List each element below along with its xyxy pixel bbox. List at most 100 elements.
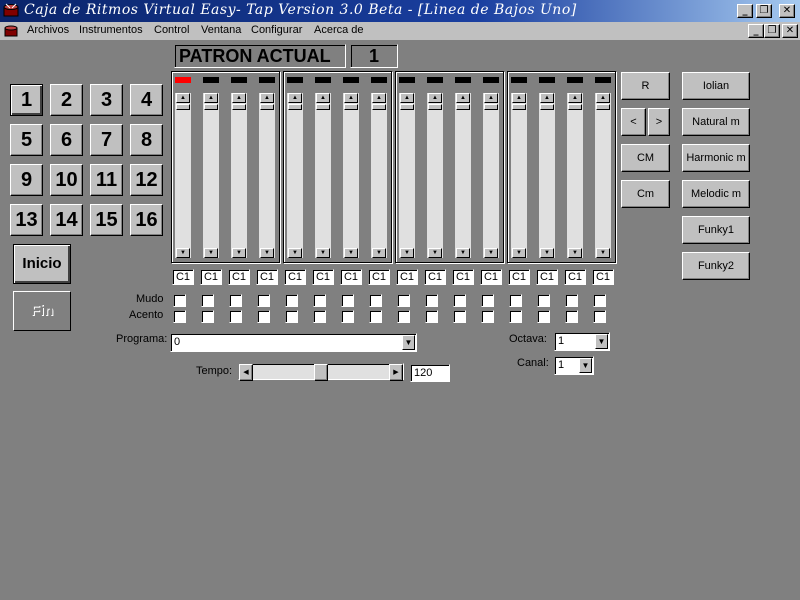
- chevron-right-icon[interactable]: ▶: [389, 364, 403, 381]
- pattern-button-2[interactable]: 2: [50, 84, 83, 116]
- acento-checkbox[interactable]: [481, 310, 494, 323]
- acento-checkbox[interactable]: [369, 310, 382, 323]
- chevron-down-icon[interactable]: ▼: [456, 248, 470, 258]
- chevron-up-icon[interactable]: ▲: [316, 93, 330, 103]
- chevron-down-icon[interactable]: ▼: [512, 248, 526, 258]
- chevron-down-icon[interactable]: ▼: [428, 248, 442, 258]
- chevron-up-icon[interactable]: ▲: [400, 93, 414, 103]
- next-button[interactable]: >: [648, 108, 670, 136]
- step-note-field[interactable]: C1: [452, 269, 474, 285]
- step-slider[interactable]: ▲ ▼: [314, 92, 332, 259]
- pattern-button-5[interactable]: 5: [10, 124, 43, 156]
- chevron-down-icon[interactable]: ▼: [344, 248, 358, 258]
- mudo-checkbox[interactable]: [481, 294, 494, 307]
- step-note-field[interactable]: C1: [312, 269, 334, 285]
- step-note-field[interactable]: C1: [340, 269, 362, 285]
- pattern-button-3[interactable]: 3: [90, 84, 123, 116]
- chevron-down-icon[interactable]: ▼: [176, 248, 190, 258]
- step-slider[interactable]: ▲ ▼: [566, 92, 584, 259]
- chevron-down-icon[interactable]: ▼: [540, 248, 554, 258]
- mdi-restore-button[interactable]: ❐: [764, 24, 780, 38]
- step-note-field[interactable]: C1: [480, 269, 502, 285]
- mdi-close-button[interactable]: ✕: [782, 24, 798, 38]
- chevron-up-icon[interactable]: ▲: [540, 93, 554, 103]
- mudo-checkbox[interactable]: [593, 294, 606, 307]
- chevron-down-icon[interactable]: ▼: [260, 248, 274, 258]
- step-slider-thumb[interactable]: [204, 104, 218, 110]
- step-slider-thumb[interactable]: [456, 104, 470, 110]
- step-slider-thumb[interactable]: [596, 104, 610, 110]
- scale-button-natural-m[interactable]: Natural m: [682, 108, 750, 136]
- menu-control[interactable]: Control: [154, 24, 189, 36]
- inicio-button[interactable]: Inicio: [13, 244, 71, 284]
- step-note-field[interactable]: C1: [284, 269, 306, 285]
- mudo-checkbox[interactable]: [257, 294, 270, 307]
- pattern-button-6[interactable]: 6: [50, 124, 83, 156]
- chevron-down-icon[interactable]: ▼: [596, 248, 610, 258]
- acento-checkbox[interactable]: [565, 310, 578, 323]
- chevron-down-icon[interactable]: ▼: [595, 334, 608, 349]
- step-note-field[interactable]: C1: [200, 269, 222, 285]
- tempo-slider-thumb[interactable]: [314, 364, 328, 381]
- acento-checkbox[interactable]: [229, 310, 242, 323]
- step-slider[interactable]: ▲ ▼: [258, 92, 276, 259]
- step-slider[interactable]: ▲ ▼: [342, 92, 360, 259]
- chevron-down-icon[interactable]: ▼: [372, 248, 386, 258]
- close-button[interactable]: ✕: [779, 4, 795, 18]
- acento-checkbox[interactable]: [257, 310, 270, 323]
- chevron-down-icon[interactable]: ▼: [316, 248, 330, 258]
- acento-checkbox[interactable]: [285, 310, 298, 323]
- step-slider[interactable]: ▲ ▼: [454, 92, 472, 259]
- step-slider-thumb[interactable]: [288, 104, 302, 110]
- pattern-button-11[interactable]: 11: [90, 164, 123, 196]
- cm-minor-button[interactable]: Cm: [621, 180, 670, 208]
- mdi-minimize-button[interactable]: _: [748, 24, 764, 38]
- chevron-down-icon[interactable]: ▼: [484, 248, 498, 258]
- acento-checkbox[interactable]: [425, 310, 438, 323]
- step-slider-thumb[interactable]: [260, 104, 274, 110]
- step-slider-thumb[interactable]: [540, 104, 554, 110]
- mudo-checkbox[interactable]: [229, 294, 242, 307]
- tempo-value-field[interactable]: 120: [410, 364, 450, 382]
- pattern-button-10[interactable]: 10: [50, 164, 83, 196]
- step-slider[interactable]: ▲ ▼: [398, 92, 416, 259]
- step-slider-thumb[interactable]: [176, 104, 190, 110]
- acento-checkbox[interactable]: [453, 310, 466, 323]
- chevron-up-icon[interactable]: ▲: [428, 93, 442, 103]
- mudo-checkbox[interactable]: [369, 294, 382, 307]
- step-note-field[interactable]: C1: [396, 269, 418, 285]
- pattern-button-14[interactable]: 14: [50, 204, 83, 236]
- mudo-checkbox[interactable]: [285, 294, 298, 307]
- chevron-up-icon[interactable]: ▲: [484, 93, 498, 103]
- octava-select[interactable]: 1 ▼: [554, 332, 610, 351]
- menu-acerca-de[interactable]: Acerca de: [314, 24, 364, 36]
- acento-checkbox[interactable]: [341, 310, 354, 323]
- chevron-up-icon[interactable]: ▲: [596, 93, 610, 103]
- pattern-button-1[interactable]: 1: [10, 84, 43, 116]
- minimize-button[interactable]: _: [737, 4, 753, 18]
- scale-button-funky2[interactable]: Funky2: [682, 252, 750, 280]
- step-slider-thumb[interactable]: [344, 104, 358, 110]
- step-slider[interactable]: ▲ ▼: [594, 92, 612, 259]
- chevron-up-icon[interactable]: ▲: [344, 93, 358, 103]
- chevron-up-icon[interactable]: ▲: [372, 93, 386, 103]
- step-slider[interactable]: ▲ ▼: [426, 92, 444, 259]
- chevron-down-icon[interactable]: ▼: [400, 248, 414, 258]
- chevron-down-icon[interactable]: ▼: [568, 248, 582, 258]
- pattern-button-9[interactable]: 9: [10, 164, 43, 196]
- step-slider[interactable]: ▲ ▼: [482, 92, 500, 259]
- step-slider-thumb[interactable]: [512, 104, 526, 110]
- chevron-up-icon[interactable]: ▲: [512, 93, 526, 103]
- step-note-field[interactable]: C1: [536, 269, 558, 285]
- step-slider-thumb[interactable]: [400, 104, 414, 110]
- prev-button[interactable]: <: [621, 108, 646, 136]
- chevron-up-icon[interactable]: ▲: [288, 93, 302, 103]
- acento-checkbox[interactable]: [593, 310, 606, 323]
- pattern-button-15[interactable]: 15: [90, 204, 123, 236]
- step-slider[interactable]: ▲ ▼: [174, 92, 192, 259]
- step-slider-thumb[interactable]: [372, 104, 386, 110]
- chevron-down-icon[interactable]: ▼: [579, 358, 592, 373]
- acento-checkbox[interactable]: [201, 310, 214, 323]
- menu-instrumentos[interactable]: Instrumentos: [79, 24, 143, 36]
- step-note-field[interactable]: C1: [592, 269, 614, 285]
